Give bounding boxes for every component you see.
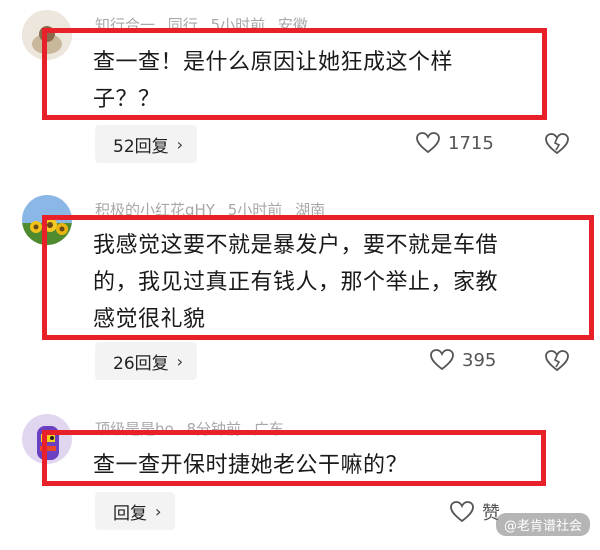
comment-meta: 知行合一 同行 5小时前 安徽 (95, 14, 316, 35)
reply-button[interactable]: 26回复 › (95, 342, 198, 380)
broken-heart-icon (545, 133, 569, 155)
username[interactable]: 知行合一 (95, 16, 155, 34)
reply-button[interactable]: 52回复 › (95, 125, 198, 163)
username[interactable]: 顶级是是ho (95, 420, 174, 438)
timestamp: 5小时前 (210, 16, 266, 34)
like-button[interactable]: 赞 (450, 499, 500, 525)
broken-heart-icon (545, 350, 569, 372)
avatar[interactable] (22, 414, 72, 464)
location: 安徽 (277, 16, 308, 34)
heart-icon (430, 349, 454, 371)
chevron-right-icon: › (155, 501, 162, 521)
reply-label: 52回复 (113, 136, 169, 157)
comment-text-line: 的，我见过真正有钱人，那个举止，家教 (93, 270, 499, 295)
comment-text-line: 我感觉这要不就是暴发户，要不就是车借 (93, 233, 499, 258)
like-button[interactable]: 395 (430, 349, 496, 371)
watermark: @老肯谱社会 (495, 513, 590, 536)
reply-label: 回复 (113, 503, 147, 524)
like-count: 395 (462, 349, 497, 371)
heart-icon (416, 132, 440, 154)
chevron-right-icon: › (176, 134, 184, 154)
comment-text: 查一查开保时捷她老公干嘛的？ (93, 447, 408, 484)
comment-text-line: 查一查开保时捷她老公干嘛的？ (93, 453, 409, 478)
dislike-button[interactable] (545, 350, 569, 376)
timestamp: 8分钟前 (186, 420, 242, 438)
like-button[interactable]: 1715 (416, 132, 494, 154)
reply-label: 26回复 (113, 353, 169, 374)
location: 广东 (253, 420, 284, 438)
dislike-button[interactable] (545, 133, 569, 159)
reply-button[interactable]: 回复 › (95, 492, 176, 530)
comment-meta: 顶级是是ho 8分钟前 广东 (95, 418, 292, 439)
comment-meta: 积极的小红花gHY 5小时前 湖南 (95, 199, 333, 220)
chevron-right-icon: › (176, 351, 184, 371)
comment-text: 查一查！是什么原因让她狂成这个样 子？？ (93, 44, 453, 118)
location: 湖南 (295, 201, 326, 219)
comment-text-line: 子？？ (93, 87, 161, 112)
heart-icon (450, 501, 474, 523)
user-tag: 同行 (167, 16, 198, 34)
comment-text-line: 感觉很礼貌 (93, 307, 206, 332)
username[interactable]: 积极的小红花gHY (95, 201, 215, 219)
avatar[interactable] (22, 10, 72, 60)
comment-text-line: 查一查！是什么原因让她狂成这个样 (93, 50, 454, 75)
comment-text: 我感觉这要不就是暴发户，要不就是车借 的，我见过真正有钱人，那个举止，家教 感觉… (93, 227, 498, 338)
like-count: 1715 (448, 132, 494, 154)
watermark-text: @老肯谱社会 (503, 519, 582, 534)
avatar[interactable] (22, 195, 72, 245)
timestamp: 5小时前 (227, 201, 283, 219)
